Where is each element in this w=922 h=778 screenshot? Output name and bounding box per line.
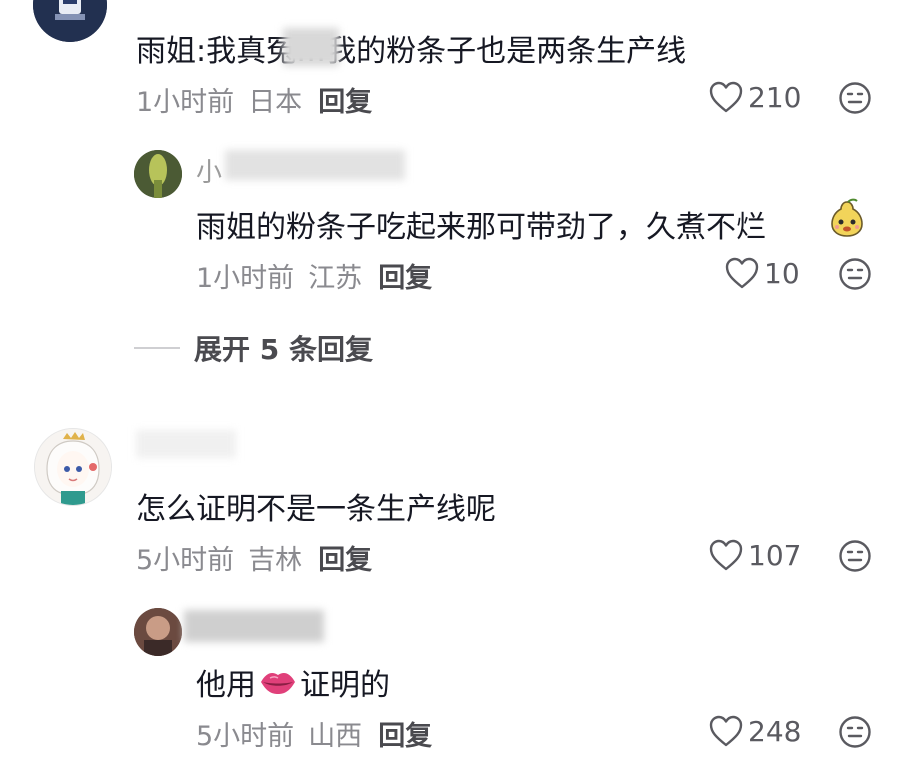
- comment-time: 1小时前: [136, 87, 235, 118]
- reply-time: 5小时前: [196, 721, 295, 752]
- neutral-face-icon[interactable]: [838, 257, 872, 291]
- like-button[interactable]: 107: [708, 538, 801, 572]
- like-count: 210: [748, 80, 802, 114]
- neutral-face-icon[interactable]: [838, 539, 872, 573]
- reply-button[interactable]: 回复: [378, 263, 432, 294]
- expand-replies-button[interactable]: 展开 5 条回复: [134, 328, 373, 368]
- reply-time: 1小时前: [196, 263, 295, 294]
- like-button[interactable]: 210: [708, 80, 801, 114]
- reply-text: 他用 证明的: [196, 660, 390, 704]
- comment-item: 雨姐:我真冤…我的粉条子也是两条生产线 1小时前 日本 回复 210 小 雨姐的粉条…: [0, 0, 922, 400]
- avatar[interactable]: [134, 608, 182, 656]
- reply-meta: 1小时前 江苏 回复: [196, 256, 432, 295]
- comment-location: 日本: [248, 87, 303, 118]
- blurred-region: [136, 430, 236, 458]
- like-count: 248: [748, 714, 802, 748]
- avatar[interactable]: [34, 428, 112, 506]
- reply-button[interactable]: 回复: [378, 721, 432, 752]
- comment-text: 雨姐:我真冤…我的粉条子也是两条生产线: [136, 34, 687, 69]
- like-count: 107: [748, 538, 802, 572]
- comment-item: 怎么证明不是一条生产线呢 5小时前 吉林 回复 107 他用 证明的 5小时前 …: [0, 400, 922, 778]
- blurred-region: [184, 610, 324, 642]
- heart-outline-icon: [709, 539, 743, 571]
- divider: [134, 347, 180, 349]
- lips-emoji: [261, 673, 295, 694]
- comment-meta: 5小时前 吉林 回复: [136, 538, 372, 577]
- heart-outline-icon: [709, 715, 743, 747]
- comment-meta: 1小时前 日本 回复: [136, 80, 372, 119]
- neutral-face-icon[interactable]: [838, 81, 872, 115]
- reply-button[interactable]: 回复: [318, 545, 372, 576]
- reply-text: 雨姐的粉条子吃起来那可带劲了，久煮不烂: [196, 210, 766, 245]
- like-count: 10: [764, 256, 800, 290]
- blurred-region: [283, 28, 339, 66]
- comment-text: 怎么证明不是一条生产线呢: [136, 492, 496, 527]
- comment-location: 吉林: [248, 545, 303, 576]
- reply-text-before: 他用: [196, 668, 256, 703]
- reply-text-after: 证明的: [300, 668, 390, 703]
- neutral-face-icon[interactable]: [838, 715, 872, 749]
- like-button[interactable]: 10: [724, 256, 800, 290]
- reply-location: 山西: [308, 721, 363, 752]
- reply-meta: 5小时前 山西 回复: [196, 714, 432, 753]
- avatar[interactable]: [134, 150, 182, 198]
- pear-face-emoji: [831, 198, 863, 237]
- comment-time: 5小时前: [136, 545, 235, 576]
- avatar[interactable]: [33, 0, 107, 42]
- expand-replies-label: 展开 5 条回复: [194, 333, 373, 366]
- heart-outline-icon: [709, 81, 743, 113]
- like-button[interactable]: 248: [708, 714, 801, 748]
- reply-username[interactable]: 小: [196, 152, 222, 189]
- reply-button[interactable]: 回复: [318, 87, 372, 118]
- reply-location: 江苏: [308, 263, 363, 294]
- blurred-region: [225, 150, 405, 180]
- heart-outline-icon: [725, 257, 759, 289]
